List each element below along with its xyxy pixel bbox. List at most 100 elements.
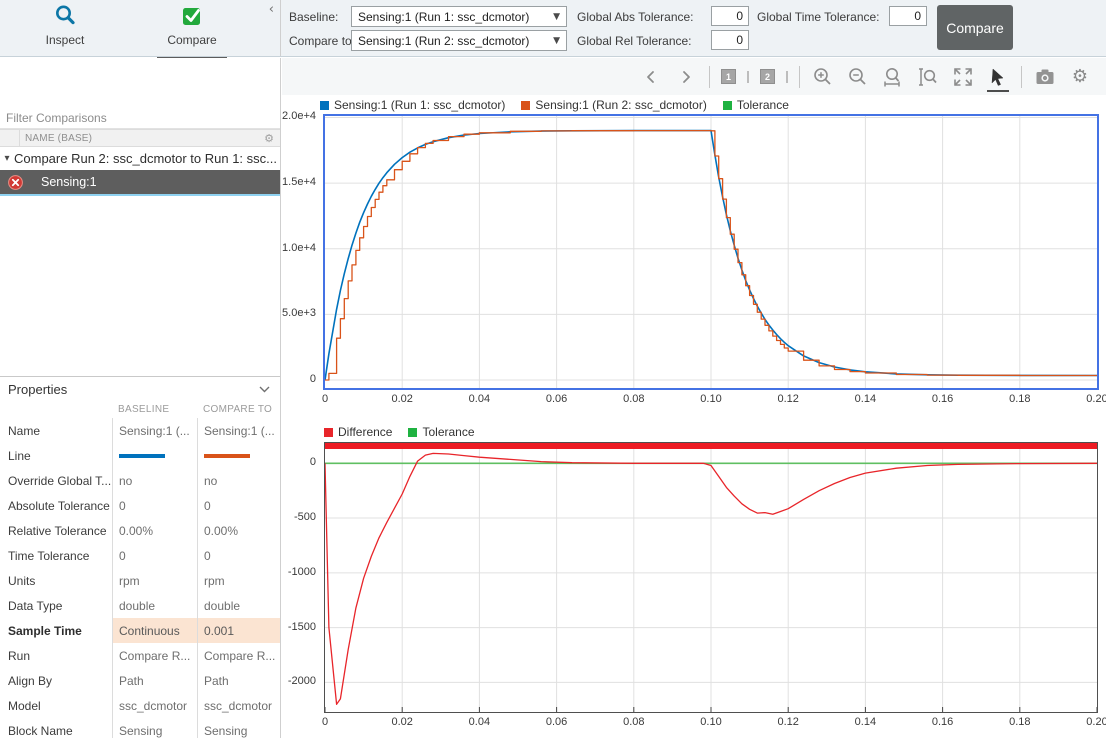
- y-tick-label: 5.0e+3: [282, 307, 316, 319]
- toolbar-separator: [709, 66, 710, 88]
- property-value-compareto[interactable]: Sensing:1 (...: [197, 418, 280, 443]
- compareto-column-header: COMPARE TO: [203, 404, 272, 415]
- property-value-baseline[interactable]: [112, 443, 197, 468]
- property-value-baseline[interactable]: double: [112, 593, 197, 618]
- property-row: Sample TimeContinuous0.001: [0, 618, 280, 643]
- toolbar-separator: [799, 66, 800, 88]
- x-tick-label: 0.16: [921, 716, 965, 728]
- property-value-baseline[interactable]: Path: [112, 668, 197, 693]
- snapshot-camera-icon[interactable]: [1033, 65, 1057, 89]
- property-value-baseline[interactable]: 0: [112, 543, 197, 568]
- legend-item-run2: Sensing:1 (Run 2: ssc_dcmotor): [521, 98, 706, 112]
- signal-row-sensing[interactable]: Sensing:1: [0, 170, 280, 196]
- baseline-column-header: BASELINE: [118, 404, 169, 415]
- legend-item-tolerance: Tolerance: [723, 98, 789, 112]
- zoom-out-icon[interactable]: [846, 65, 870, 89]
- property-value-baseline[interactable]: no: [112, 468, 197, 493]
- property-value-compareto[interactable]: 0: [197, 543, 280, 568]
- difference-color-swatch: [324, 428, 333, 437]
- properties-header[interactable]: Properties: [0, 376, 280, 401]
- property-label: Align By: [0, 674, 112, 688]
- name-header-label: NAME (BASE): [20, 133, 264, 144]
- x-tick-label: 0.16: [921, 393, 965, 405]
- time-tolerance-input[interactable]: [889, 6, 927, 26]
- previous-view-icon[interactable]: [639, 65, 663, 89]
- simulation-data-inspector-window: Inspect Compare ‹ Baseline: Sensing:1 (R…: [0, 0, 1106, 738]
- column-options-gear-icon[interactable]: ⚙: [264, 132, 280, 145]
- zoom-in-time-icon[interactable]: [881, 65, 905, 89]
- signals-plot[interactable]: [323, 114, 1099, 390]
- collapse-sidebar-icon[interactable]: ‹: [269, 2, 274, 17]
- abs-tolerance-input[interactable]: [711, 6, 749, 26]
- compare-to-dropdown[interactable]: Sensing:1 (Run 2: ssc_dcmotor) ▼: [351, 30, 567, 51]
- x-tick-label: 0.12: [766, 716, 810, 728]
- sidebar-tab-strip: Inspect Compare ‹: [0, 0, 281, 56]
- difference-plot[interactable]: [324, 442, 1098, 713]
- property-value-compareto[interactable]: Sensing: [197, 718, 280, 738]
- property-value-compareto[interactable]: no: [197, 468, 280, 493]
- properties-title: Properties: [8, 382, 67, 397]
- zoom-in-icon[interactable]: [811, 65, 835, 89]
- property-row: Align ByPathPath: [0, 668, 280, 693]
- tab-compare[interactable]: Compare: [144, 3, 240, 49]
- settings-gear-icon[interactable]: ⚙: [1068, 65, 1092, 89]
- tab-inspect[interactable]: Inspect: [17, 3, 113, 49]
- chart-toolbar: 1 2 ⚙: [282, 58, 1106, 95]
- property-value-baseline[interactable]: Sensing:1 (...: [112, 418, 197, 443]
- property-value-compareto[interactable]: 0: [197, 493, 280, 518]
- fit-to-view-icon[interactable]: [951, 65, 975, 89]
- property-value-compareto[interactable]: double: [197, 593, 280, 618]
- comparison-sidebar: Filter Comparisons NAME (BASE) ⚙ ▾ Compa…: [0, 58, 281, 738]
- layout-two-plots-button[interactable]: 2: [760, 69, 775, 84]
- property-row: Absolute Tolerance00: [0, 493, 280, 518]
- next-view-icon[interactable]: [674, 65, 698, 89]
- x-tick-label: 0.08: [612, 716, 656, 728]
- comparison-tree-root[interactable]: ▾ Compare Run 2: ssc_dcmotor to Run 1: s…: [0, 147, 280, 170]
- x-tick-label: 0: [303, 716, 347, 728]
- property-row: Unitsrpmrpm: [0, 568, 280, 593]
- property-value-compareto[interactable]: 0.00%: [197, 518, 280, 543]
- property-value-baseline[interactable]: ssc_dcmotor: [112, 693, 197, 718]
- layout-one-plot-button[interactable]: 1: [721, 69, 736, 84]
- pointer-tool-icon[interactable]: [986, 65, 1010, 89]
- property-value-baseline[interactable]: 0.00%: [112, 518, 197, 543]
- property-row: NameSensing:1 (...Sensing:1 (...: [0, 418, 280, 443]
- property-value-compareto[interactable]: [197, 443, 280, 468]
- property-label: Units: [0, 574, 112, 588]
- out-of-tolerance-icon: [8, 175, 23, 190]
- tree-expand-icon[interactable]: ▾: [0, 153, 14, 164]
- baseline-dropdown-value: Sensing:1 (Run 1: ssc_dcmotor): [358, 10, 549, 24]
- x-tick-label: 0: [303, 393, 347, 405]
- property-value-baseline[interactable]: Compare R...: [112, 643, 197, 668]
- compare-check-icon: [144, 3, 240, 31]
- property-value-compareto[interactable]: ssc_dcmotor: [197, 693, 280, 718]
- property-value-compareto[interactable]: 0.001: [197, 618, 280, 643]
- abs-tolerance-label: Global Abs Tolerance:: [577, 10, 694, 24]
- rel-tolerance-input[interactable]: [711, 30, 749, 50]
- property-value-compareto[interactable]: rpm: [197, 568, 280, 593]
- layout-divider: [747, 71, 749, 83]
- legend-label: Sensing:1 (Run 2: ssc_dcmotor): [535, 98, 706, 112]
- x-tick-label: 0.08: [612, 393, 656, 405]
- y-tick-label: 0: [310, 373, 316, 385]
- property-value-baseline[interactable]: Sensing: [112, 718, 197, 738]
- compare-button[interactable]: Compare: [937, 5, 1013, 50]
- filter-comparisons-input[interactable]: Filter Comparisons: [0, 108, 280, 129]
- zoom-in-y-icon[interactable]: [916, 65, 940, 89]
- legend-label: Tolerance: [737, 98, 789, 112]
- property-value-baseline[interactable]: rpm: [112, 568, 197, 593]
- property-value-baseline[interactable]: Continuous: [112, 618, 197, 643]
- name-column-header[interactable]: NAME (BASE) ⚙: [0, 129, 280, 147]
- y-tick-label: -2000: [288, 675, 316, 687]
- y-tick-label: -1000: [288, 566, 316, 578]
- y-axis-labels: 0-500-1000-1500-2000: [282, 443, 319, 712]
- y-tick-label: -500: [294, 511, 316, 523]
- run1-color-swatch: [320, 101, 329, 110]
- property-value-compareto[interactable]: Path: [197, 668, 280, 693]
- x-tick-label: 0.20: [1075, 393, 1106, 405]
- baseline-dropdown[interactable]: Sensing:1 (Run 1: ssc_dcmotor) ▼: [351, 6, 567, 27]
- x-tick-label: 0.06: [535, 716, 579, 728]
- property-value-compareto[interactable]: Compare R...: [197, 643, 280, 668]
- property-value-baseline[interactable]: 0: [112, 493, 197, 518]
- layout-divider: [786, 71, 788, 83]
